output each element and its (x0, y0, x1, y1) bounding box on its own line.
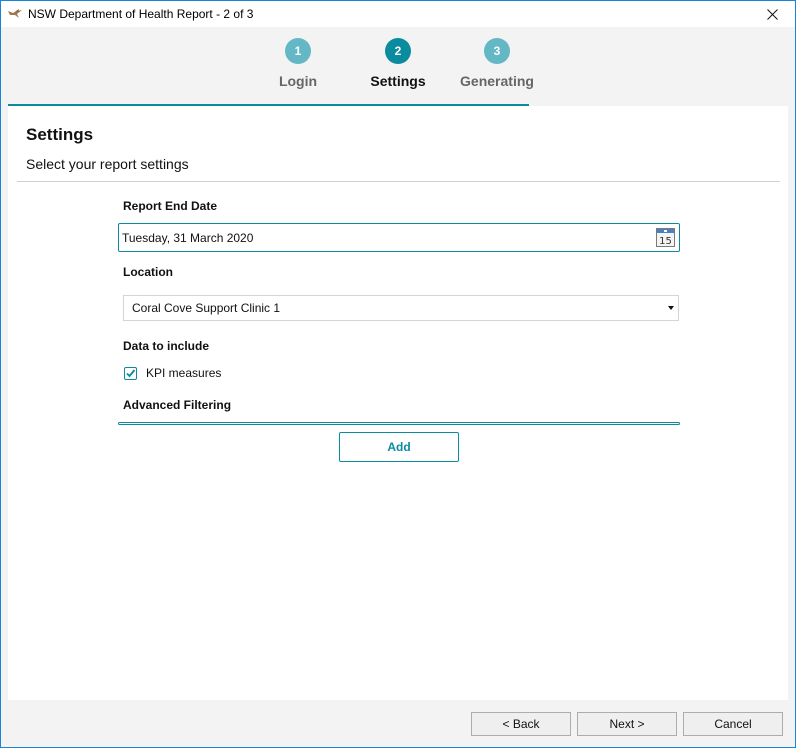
chevron-down-icon (668, 306, 674, 310)
location-label: Location (123, 265, 173, 279)
wizard-stepper: 1 Login 2 Settings 3 Generating (1, 27, 795, 107)
kpi-measures-checkbox[interactable] (124, 366, 137, 380)
step-number-badge: 1 (285, 38, 311, 64)
report-end-date-picker[interactable]: Tuesday, 31 March 2020 15 (118, 223, 680, 252)
step-label: Settings (370, 73, 426, 89)
title-bar: NSW Department of Health Report - 2 of 3 (1, 1, 795, 27)
cancel-button[interactable]: Cancel (683, 712, 783, 736)
close-button[interactable] (749, 1, 795, 27)
kpi-measures-label: KPI measures (146, 366, 222, 380)
step-number-badge: 3 (484, 38, 510, 64)
page-title: Settings (26, 125, 94, 144)
divider (17, 181, 780, 182)
settings-panel: Settings Select your report settings Rep… (8, 106, 788, 700)
bird-logo-icon (8, 9, 22, 18)
calendar-icon[interactable]: 15 (656, 228, 675, 247)
close-icon (766, 8, 778, 20)
data-to-include-label: Data to include (123, 339, 210, 353)
step-settings: 2 Settings (348, 38, 448, 89)
step-generating: 3 Generating (447, 38, 547, 89)
next-button[interactable]: Next > (577, 712, 677, 736)
back-button[interactable]: < Back (471, 712, 571, 736)
window-title: NSW Department of Health Report - 2 of 3 (28, 7, 254, 21)
step-login: 1 Login (248, 38, 348, 89)
step-number-badge: 2 (385, 38, 411, 64)
page-subtitle: Select your report settings (26, 156, 189, 172)
step-label: Login (278, 73, 318, 89)
report-end-date-label: Report End Date (123, 199, 218, 213)
advanced-filter-list (118, 422, 680, 425)
checkmark-icon (126, 368, 136, 377)
report-end-date-value: Tuesday, 31 March 2020 (122, 230, 254, 245)
calendar-day: 15 (659, 236, 672, 247)
advanced-filtering-label: Advanced Filtering (123, 398, 232, 412)
location-selected-value: Coral Cove Support Clinic 1 (132, 301, 281, 315)
add-filter-button[interactable]: Add (339, 432, 459, 462)
step-label: Generating (460, 73, 534, 89)
report-wizard-window: NSW Department of Health Report - 2 of 3… (0, 0, 796, 748)
location-dropdown[interactable]: Coral Cove Support Clinic 1 (123, 295, 679, 321)
kpi-measures-option[interactable]: KPI measures (124, 366, 221, 380)
